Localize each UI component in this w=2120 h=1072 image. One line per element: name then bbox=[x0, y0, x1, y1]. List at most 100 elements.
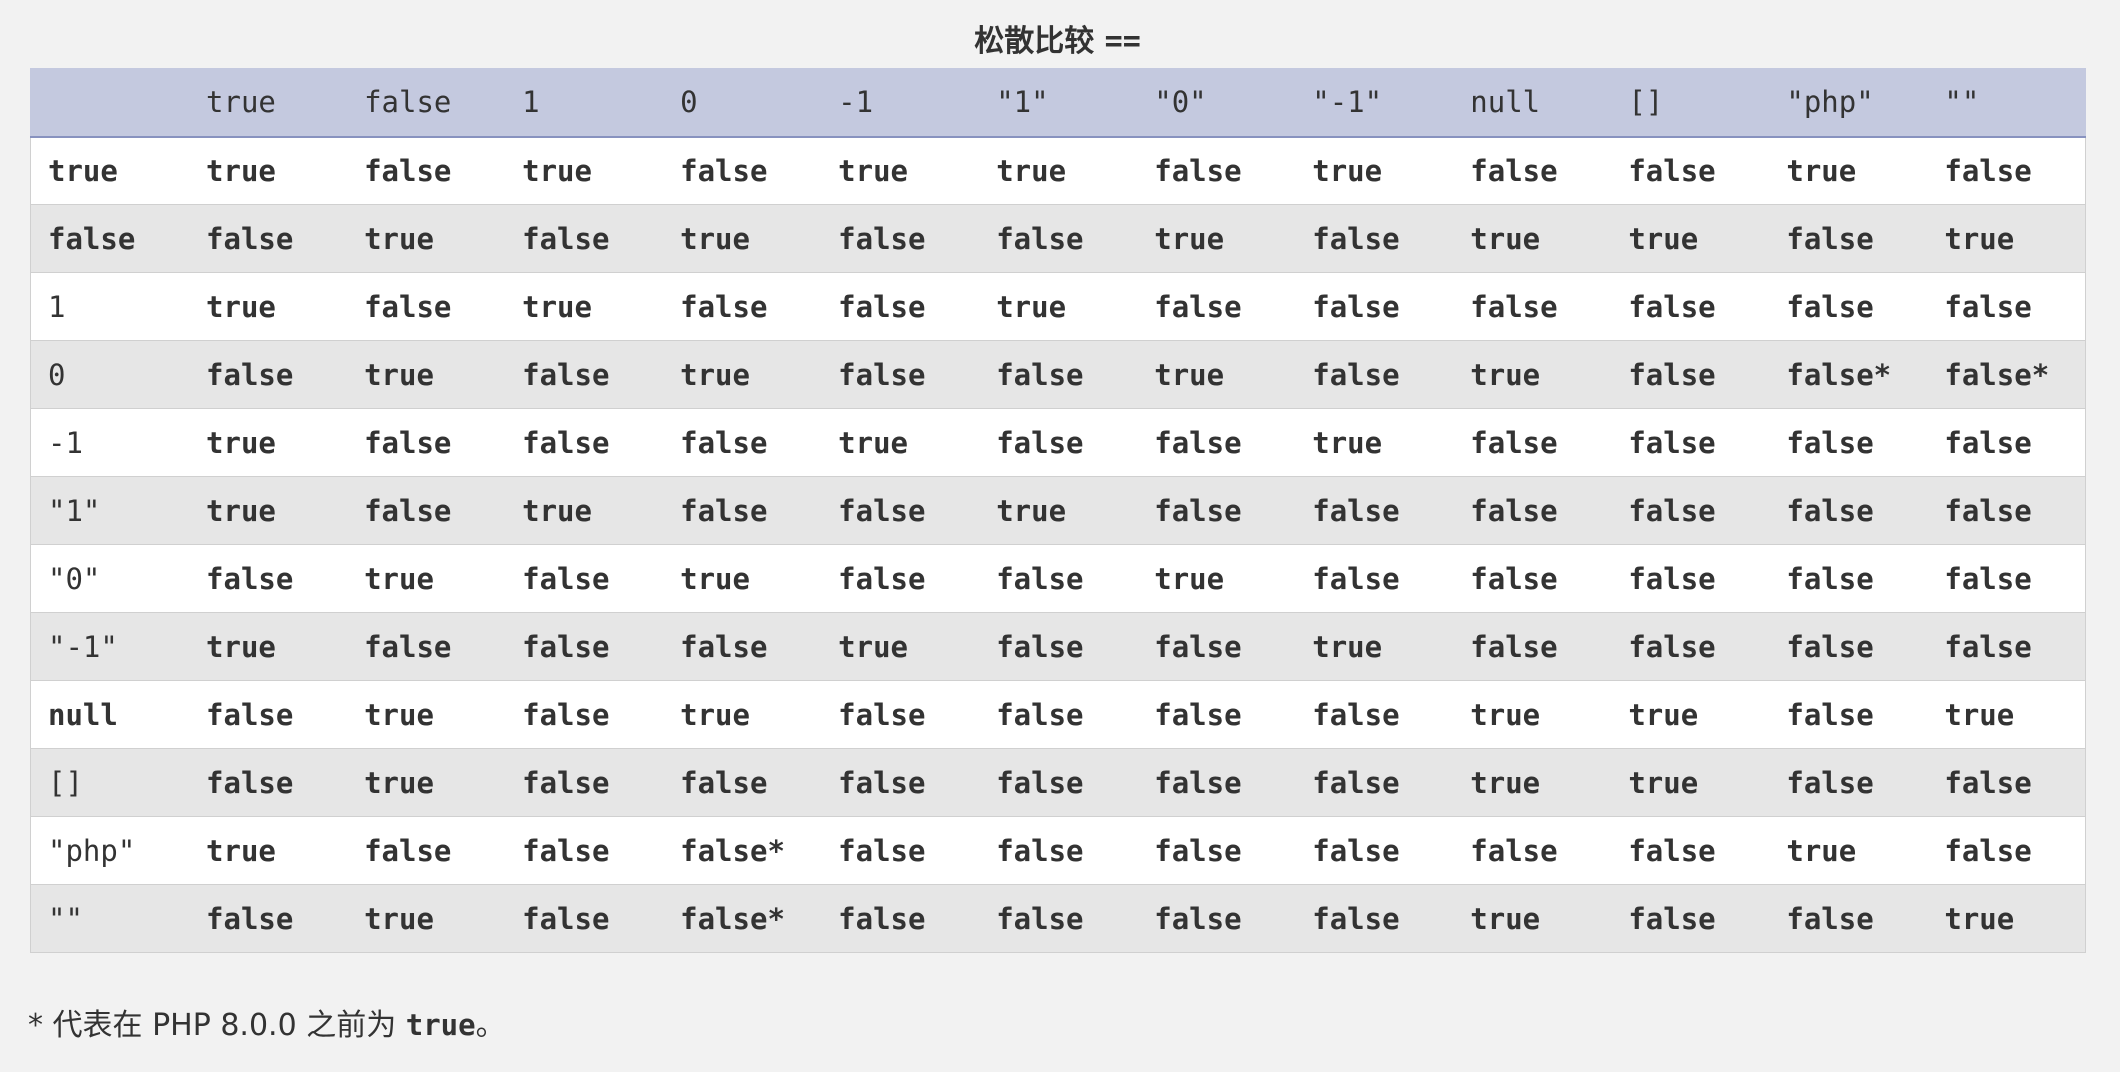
table-row: 0 false true false true false false true false tr… bbox=[30, 340, 2087, 409]
comparison-cell: true bbox=[1295, 136, 1454, 205]
comparison-cell: true bbox=[189, 136, 348, 205]
comparison-cell: true bbox=[821, 136, 980, 205]
row-header: "0" bbox=[30, 544, 190, 613]
row-header: "1" bbox=[30, 476, 190, 545]
comparison-cell: false bbox=[1611, 476, 1770, 545]
comparison-cell: false bbox=[189, 884, 348, 953]
table-row: 1 true false true false false true false false fa… bbox=[30, 272, 2087, 341]
comparison-cell: false bbox=[1295, 748, 1454, 817]
comparison-cell: true bbox=[1769, 136, 1928, 205]
comparison-cell: false bbox=[1453, 272, 1612, 341]
comparison-cell: false bbox=[1927, 272, 2087, 341]
comparison-cell: true bbox=[189, 612, 348, 681]
comparison-cell: true bbox=[663, 340, 822, 409]
comparison-cell: false bbox=[663, 136, 822, 205]
comparison-cell: false bbox=[821, 884, 980, 953]
row-header: null bbox=[30, 680, 190, 749]
comparison-cell: false bbox=[821, 204, 980, 273]
comparison-cell: false bbox=[979, 612, 1138, 681]
column-header: 1 bbox=[505, 68, 664, 138]
comparison-cell: false bbox=[1453, 476, 1612, 545]
column-header: "0" bbox=[1137, 68, 1296, 138]
comparison-cell: false bbox=[663, 748, 822, 817]
comparison-cell: false* bbox=[663, 816, 822, 885]
comparison-cell: true bbox=[1453, 680, 1612, 749]
comparison-cell: false bbox=[1137, 680, 1296, 749]
comparison-cell: false bbox=[1611, 340, 1770, 409]
table-row: "" false true false false* false false false fal… bbox=[30, 884, 2087, 953]
comparison-cell: true bbox=[821, 612, 980, 681]
comparison-cell: true bbox=[347, 544, 506, 613]
row-header: true bbox=[30, 136, 190, 205]
comparison-cell: false bbox=[1611, 816, 1770, 885]
comparison-cell: false bbox=[979, 204, 1138, 273]
caption-operator: == bbox=[1104, 24, 1141, 59]
comparison-cell: true bbox=[505, 136, 664, 205]
comparison-cell: false bbox=[1927, 408, 2087, 477]
column-header: "1" bbox=[979, 68, 1138, 138]
comparison-cell: false bbox=[1769, 544, 1928, 613]
comparison-cell: true bbox=[1453, 748, 1612, 817]
header-row: true false 1 0 -1 "1" "0" "-1" null[] "php" "" bbox=[30, 68, 2087, 138]
comparison-cell: false bbox=[505, 680, 664, 749]
comparison-cell: false bbox=[505, 612, 664, 681]
row-header: 0 bbox=[30, 340, 190, 409]
comparison-cell: false bbox=[505, 816, 664, 885]
comparison-cell: true bbox=[347, 204, 506, 273]
row-header: "php" bbox=[30, 816, 190, 885]
comparison-cell: true bbox=[663, 204, 822, 273]
comparison-cell: false bbox=[189, 680, 348, 749]
comparison-cell: false bbox=[189, 544, 348, 613]
comparison-cell: true bbox=[347, 680, 506, 749]
comparison-cell: false bbox=[1295, 204, 1454, 273]
comparison-cell: false bbox=[1927, 136, 2087, 205]
comparison-cell: false bbox=[979, 544, 1138, 613]
comparison-cell: false bbox=[1295, 476, 1454, 545]
table-row: "-1" true false false false true false false tru… bbox=[30, 612, 2087, 681]
comparison-cell: false bbox=[1927, 476, 2087, 545]
comparison-cell: false bbox=[1769, 884, 1928, 953]
comparison-cell: true bbox=[505, 272, 664, 341]
comparison-cell: false bbox=[1137, 884, 1296, 953]
comparison-cell: true bbox=[1295, 408, 1454, 477]
comparison-cell: false bbox=[1611, 136, 1770, 205]
comparison-cell: false bbox=[1453, 816, 1612, 885]
comparison-cell: false bbox=[979, 340, 1138, 409]
row-header: -1 bbox=[30, 408, 190, 477]
column-header: null bbox=[1453, 68, 1612, 138]
comparison-cell: false bbox=[1295, 816, 1454, 885]
comparison-cell: false bbox=[1137, 272, 1296, 341]
comparison-cell: true bbox=[663, 680, 822, 749]
table-row: "0" false true false true false false true false… bbox=[30, 544, 2087, 613]
comparison-cell: true bbox=[1453, 340, 1612, 409]
comparison-cell: false bbox=[1295, 272, 1454, 341]
comparison-cell: false bbox=[1453, 544, 1612, 613]
comparison-cell: true bbox=[1769, 816, 1928, 885]
table-row: false false true false true false false true fal… bbox=[30, 204, 2087, 273]
comparison-cell: false bbox=[1769, 748, 1928, 817]
comparison-cell: false bbox=[505, 884, 664, 953]
comparison-cell: false bbox=[189, 340, 348, 409]
comparison-cell: false bbox=[1137, 136, 1296, 205]
comparison-cell: false bbox=[1611, 272, 1770, 341]
comparison-cell: true bbox=[979, 476, 1138, 545]
comparison-cell: true bbox=[821, 408, 980, 477]
comparison-cell: false bbox=[663, 612, 822, 681]
table-body: true true false true false true true false true f… bbox=[30, 136, 2087, 953]
comparison-cell: false* bbox=[663, 884, 822, 953]
header-corner-cell bbox=[30, 68, 190, 138]
comparison-cell: false bbox=[1611, 408, 1770, 477]
comparison-cell: true bbox=[1611, 748, 1770, 817]
table-header: true false 1 0 -1 "1" "0" "-1" null[] "php" "" bbox=[30, 68, 2087, 138]
footnote-keyword: true bbox=[405, 1008, 476, 1042]
column-header: "" bbox=[1927, 68, 2087, 138]
table-row: true true false true false true true false true f… bbox=[30, 136, 2087, 205]
comparison-cell: false bbox=[505, 748, 664, 817]
comparison-cell: true bbox=[505, 476, 664, 545]
comparison-cell: false bbox=[347, 612, 506, 681]
comparison-cell: true bbox=[1927, 204, 2087, 273]
comparison-cell: false* bbox=[1927, 340, 2087, 409]
comparison-cell: false bbox=[1137, 748, 1296, 817]
comparison-cell: true bbox=[189, 408, 348, 477]
comparison-cell: true bbox=[1137, 204, 1296, 273]
